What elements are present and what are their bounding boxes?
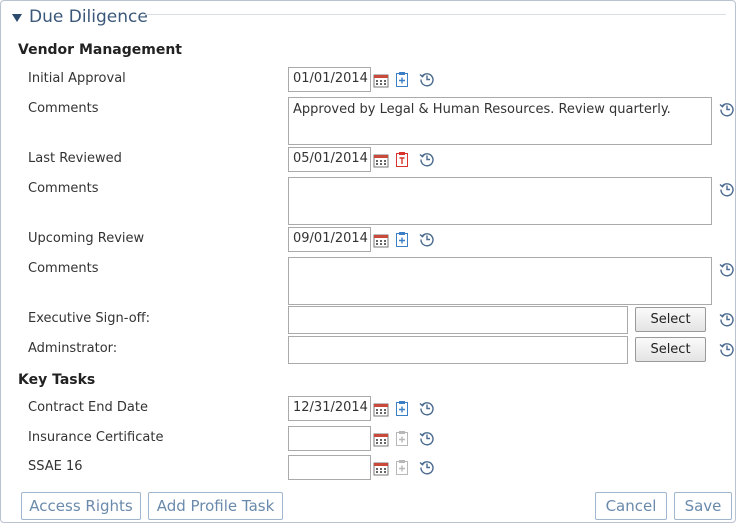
upcoming-review-label: Upcoming Review (28, 231, 145, 246)
calendar-icon[interactable] (373, 460, 389, 476)
upcoming-review-comments-textarea[interactable] (288, 257, 712, 305)
history-icon[interactable] (719, 181, 735, 197)
access-rights-button[interactable]: Access Rights (21, 492, 141, 520)
contract-end-date-label: Contract End Date (28, 400, 148, 415)
history-icon[interactable] (719, 101, 735, 117)
task-add-disabled-icon (394, 430, 410, 446)
last-reviewed-label: Last Reviewed (28, 151, 122, 166)
history-icon[interactable] (719, 311, 735, 327)
executive-signoff-label: Executive Sign-off: (28, 311, 151, 326)
history-icon[interactable] (419, 231, 435, 247)
executive-signoff-select-button[interactable]: Select (635, 307, 706, 332)
ssae16-label: SSAE 16 (28, 459, 83, 474)
insurance-certificate-label: Insurance Certificate (28, 430, 164, 445)
administrator-input[interactable] (288, 336, 628, 364)
comments-label: Comments (28, 181, 99, 196)
save-button[interactable]: Save (674, 492, 732, 520)
task-add-icon[interactable] (394, 231, 410, 247)
collapse-triangle-icon[interactable] (12, 13, 22, 22)
ssae16-date-input[interactable] (288, 455, 371, 480)
administrator-select-button[interactable]: Select (635, 337, 706, 362)
executive-signoff-input[interactable] (288, 306, 628, 334)
contract-end-date-input[interactable]: 12/31/2014 (288, 396, 371, 421)
history-icon[interactable] (419, 71, 435, 87)
calendar-icon[interactable] (373, 401, 389, 417)
history-icon[interactable] (719, 341, 735, 357)
initial-approval-date-input[interactable]: 01/01/2014 (288, 67, 371, 92)
panel-header[interactable]: Due Diligence (12, 6, 148, 28)
task-alert-icon[interactable] (394, 151, 410, 167)
calendar-icon[interactable] (373, 152, 389, 168)
upcoming-review-date-input[interactable]: 09/01/2014 (288, 227, 371, 252)
calendar-icon[interactable] (373, 431, 389, 447)
task-add-disabled-icon (394, 459, 410, 475)
last-reviewed-comments-textarea[interactable] (288, 177, 712, 225)
history-icon[interactable] (419, 430, 435, 446)
task-add-icon[interactable] (394, 71, 410, 87)
vendor-management-heading: Vendor Management (18, 42, 183, 58)
history-icon[interactable] (419, 400, 435, 416)
key-tasks-heading: Key Tasks (18, 372, 96, 388)
comments-label: Comments (28, 261, 99, 276)
panel-divider (144, 14, 726, 15)
task-add-icon[interactable] (394, 400, 410, 416)
add-profile-task-button[interactable]: Add Profile Task (148, 492, 283, 520)
last-reviewed-date-input[interactable]: 05/01/2014 (288, 147, 371, 172)
cancel-button[interactable]: Cancel (595, 492, 667, 520)
panel-title: Due Diligence (29, 7, 148, 27)
administrator-label: Adminstrator: (28, 341, 118, 356)
history-icon[interactable] (719, 261, 735, 277)
comments-label: Comments (28, 101, 99, 116)
calendar-icon[interactable] (373, 72, 389, 88)
insurance-certificate-date-input[interactable] (288, 426, 371, 451)
history-icon[interactable] (419, 151, 435, 167)
calendar-icon[interactable] (373, 232, 389, 248)
history-icon[interactable] (419, 459, 435, 475)
initial-approval-label: Initial Approval (28, 71, 126, 86)
initial-approval-comments-textarea[interactable]: Approved by Legal & Human Resources. Rev… (288, 97, 712, 145)
